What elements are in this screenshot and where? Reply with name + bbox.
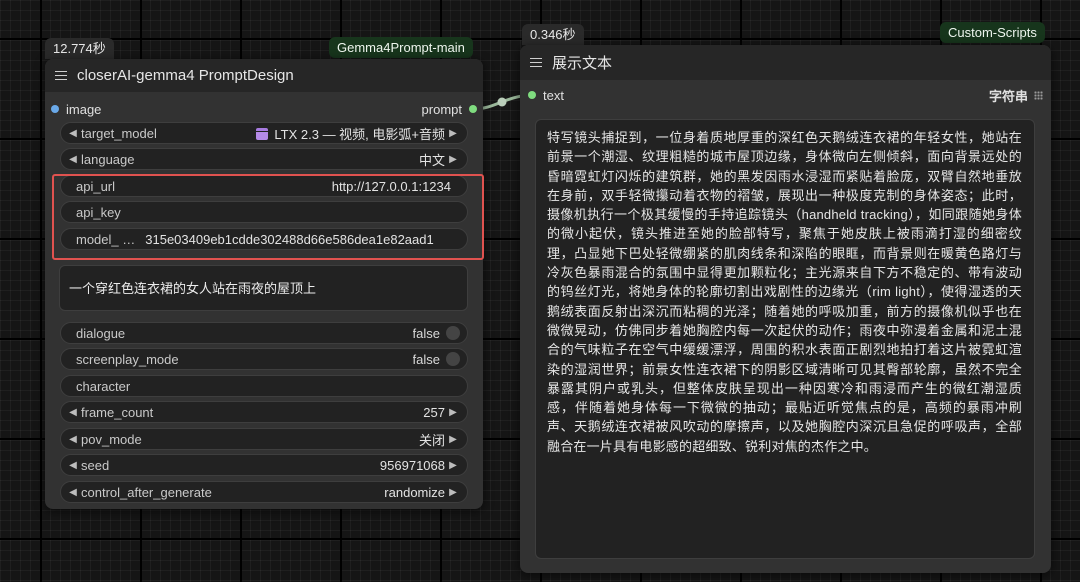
- toggle-knob-icon[interactable]: [446, 326, 460, 340]
- toggle-knob-icon[interactable]: [446, 352, 460, 366]
- widget-label: screenplay_mode: [76, 351, 179, 367]
- image-input-label: image: [66, 101, 102, 117]
- decrement-arrow-icon[interactable]: ◀: [65, 460, 81, 471]
- widget-value: 关闭: [418, 432, 445, 448]
- decrement-arrow-icon[interactable]: ◀: [65, 128, 81, 139]
- widget-label: pov_mode: [81, 431, 142, 447]
- show-text-node[interactable]: 展示文本 text 字符串 特写镜头捕捉到，一位身着质地厚重的深红色天鹅绒连衣裙…: [520, 45, 1051, 573]
- increment-arrow-icon[interactable]: ▶: [445, 434, 461, 445]
- menu-icon[interactable]: [55, 70, 67, 81]
- widget-value: LTX 2.3 — 视频, 电影弧+音频: [256, 124, 445, 143]
- widget-label: control_after_generate: [81, 484, 212, 500]
- seed-number[interactable]: ◀ seed 956971068 ▶: [60, 454, 468, 476]
- drag-grip-icon[interactable]: [1034, 90, 1043, 100]
- prompt-textarea[interactable]: 一个穿红色连衣裙的女人站在雨夜的屋顶上: [59, 265, 468, 311]
- widget-label: target_model: [81, 125, 157, 141]
- widget-value: 257: [423, 404, 445, 420]
- menu-icon[interactable]: [530, 57, 542, 68]
- display-text: 特写镜头捕捉到，一位身着质地厚重的深红色天鹅绒连衣裙的年轻女性，她站在前景一个潮…: [547, 130, 1022, 454]
- node-header[interactable]: 展示文本: [520, 45, 1051, 80]
- prompt-text: 一个穿红色连衣裙的女人站在雨夜的屋顶上: [69, 281, 317, 296]
- screenplay-mode-toggle[interactable]: screenplay_mode false: [60, 348, 468, 370]
- widget-label: character: [76, 378, 131, 394]
- widget-value: false: [412, 351, 440, 367]
- increment-arrow-icon[interactable]: ▶: [445, 154, 461, 165]
- output-dot-icon[interactable]: [469, 105, 477, 113]
- decrement-arrow-icon[interactable]: ◀: [65, 487, 81, 498]
- display-textarea[interactable]: 特写镜头捕捉到，一位身着质地厚重的深红色天鹅绒连衣裙的年轻女性，她站在前景一个潮…: [535, 119, 1035, 559]
- widget-label: dialogue: [76, 325, 126, 341]
- input-dot-icon[interactable]: [528, 91, 536, 99]
- dialogue-toggle[interactable]: dialogue false: [60, 322, 468, 344]
- string-output-slot[interactable]: 字符串: [989, 86, 1043, 104]
- execution-time-badge: 0.346秒: [522, 24, 584, 45]
- string-type-label: 字符串: [988, 88, 1028, 104]
- widget-label: frame_count: [81, 404, 154, 420]
- target-model-value: LTX 2.3 — 视频, 电影弧+音频: [274, 126, 445, 142]
- node-pack-badge: Custom-Scripts: [940, 22, 1045, 43]
- widget-value: 中文: [418, 152, 445, 168]
- widget-label: seed: [81, 457, 110, 473]
- increment-arrow-icon[interactable]: ▶: [445, 460, 461, 471]
- widget-value: 956971068: [379, 457, 445, 473]
- decrement-arrow-icon[interactable]: ◀: [65, 434, 81, 445]
- character-field[interactable]: character: [60, 375, 468, 397]
- control-after-generate-combo[interactable]: ◀ control_after_generate randomize ▶: [60, 481, 468, 503]
- target-model-combo[interactable]: ◀ target_model LTX 2.3 — 视频, 电影弧+音频 ▶: [60, 122, 468, 144]
- prompt-output-slot[interactable]: prompt: [422, 100, 477, 118]
- input-dot-icon[interactable]: [51, 105, 59, 113]
- widget-value: randomize: [384, 484, 445, 500]
- widget-value: false: [412, 325, 440, 341]
- frame-count-number[interactable]: ◀ frame_count 257 ▶: [60, 401, 468, 423]
- prompt-output-label: prompt: [421, 101, 462, 117]
- node-title: 展示文本: [552, 55, 613, 72]
- node-pack-badge: Gemma4Prompt-main: [329, 37, 473, 58]
- image-input-slot[interactable]: image: [51, 100, 101, 118]
- node-title: closerAI-gemma4 PromptDesign: [77, 67, 294, 84]
- text-input-label: text: [543, 87, 564, 103]
- execution-time-badge: 12.774秒: [45, 38, 114, 59]
- increment-arrow-icon[interactable]: ▶: [445, 487, 461, 498]
- text-input-slot[interactable]: text: [528, 86, 564, 104]
- decrement-arrow-icon[interactable]: ◀: [65, 154, 81, 165]
- pov-mode-combo[interactable]: ◀ pov_mode 关闭 ▶: [60, 428, 468, 450]
- increment-arrow-icon[interactable]: ▶: [445, 128, 461, 139]
- node-header[interactable]: closerAI-gemma4 PromptDesign: [45, 59, 483, 92]
- film-clapper-icon: [256, 127, 269, 140]
- decrement-arrow-icon[interactable]: ◀: [65, 407, 81, 418]
- increment-arrow-icon[interactable]: ▶: [445, 407, 461, 418]
- widget-label: language: [81, 151, 135, 167]
- api-settings-highlight: [52, 174, 484, 260]
- language-combo[interactable]: ◀ language 中文 ▶: [60, 148, 468, 170]
